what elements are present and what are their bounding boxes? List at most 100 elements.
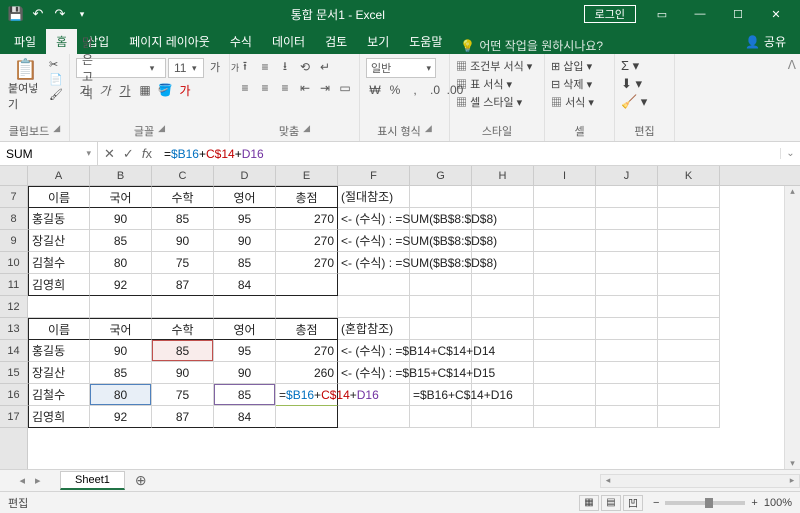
row-header[interactable]: 8: [0, 208, 27, 230]
cell[interactable]: =$B16+C$14+D16: [410, 384, 472, 406]
cell[interactable]: [90, 296, 152, 318]
cell[interactable]: [534, 252, 596, 274]
cell[interactable]: 김영희: [28, 274, 90, 296]
cell[interactable]: 김철수: [28, 252, 90, 274]
number-format-select[interactable]: 일반▾: [366, 58, 436, 78]
wrap-text-icon[interactable]: ↵: [316, 58, 334, 76]
col-header[interactable]: B: [90, 166, 152, 185]
cut-icon[interactable]: ✂: [49, 58, 63, 71]
cell[interactable]: 75: [152, 384, 214, 406]
cell[interactable]: [596, 362, 658, 384]
cell[interactable]: 수학: [152, 186, 214, 208]
share-button[interactable]: 👤 공유: [735, 29, 796, 54]
bold-icon[interactable]: 가: [76, 81, 94, 99]
cell[interactable]: 260: [276, 362, 338, 384]
tab-home[interactable]: 홈: [46, 29, 77, 54]
cell[interactable]: 장길산: [28, 230, 90, 252]
name-box[interactable]: SUM▾: [0, 142, 98, 165]
col-header[interactable]: H: [472, 166, 534, 185]
cell[interactable]: 80: [90, 252, 152, 274]
cell[interactable]: 90: [214, 362, 276, 384]
cell[interactable]: [338, 274, 410, 296]
currency-icon[interactable]: ₩: [366, 81, 384, 99]
cell[interactable]: [596, 296, 658, 318]
tab-formulas[interactable]: 수식: [220, 29, 262, 54]
cell[interactable]: [596, 186, 658, 208]
select-all-button[interactable]: [0, 166, 27, 186]
cell[interactable]: [596, 252, 658, 274]
vertical-scrollbar[interactable]: ▴▾: [784, 186, 800, 469]
row-header[interactable]: 12: [0, 296, 27, 318]
cell[interactable]: <- (수식) : =$B15+C$14+D15: [338, 362, 410, 384]
cell[interactable]: 국어: [90, 318, 152, 340]
number-dialog-icon[interactable]: ◢: [425, 123, 432, 139]
cell-active[interactable]: =$B16+C$14+D16: [276, 384, 338, 406]
font-size-select[interactable]: 11▾: [168, 58, 204, 78]
cell[interactable]: [534, 384, 596, 406]
cell[interactable]: 김철수: [28, 384, 90, 406]
cell[interactable]: [410, 318, 472, 340]
cell[interactable]: 85: [152, 208, 214, 230]
cell[interactable]: [658, 252, 720, 274]
cell[interactable]: [410, 274, 472, 296]
cell[interactable]: 92: [90, 274, 152, 296]
cell[interactable]: 90: [214, 230, 276, 252]
cell[interactable]: [276, 274, 338, 296]
cell[interactable]: 80: [90, 384, 152, 406]
col-header[interactable]: G: [410, 166, 472, 185]
cell[interactable]: [658, 186, 720, 208]
cell[interactable]: 75: [152, 252, 214, 274]
autosum-icon[interactable]: Σ ▾: [621, 58, 639, 74]
cell[interactable]: [658, 362, 720, 384]
page-layout-icon[interactable]: ▤: [601, 495, 621, 511]
ribbon-options-icon[interactable]: ▭: [644, 4, 680, 24]
add-sheet-icon[interactable]: ⊕: [125, 472, 157, 489]
cell-style-button[interactable]: ▦ 셀 스타일 ▾: [456, 94, 522, 110]
cell[interactable]: [596, 340, 658, 362]
cell[interactable]: [472, 318, 534, 340]
fill-color-icon[interactable]: 🪣: [156, 81, 174, 99]
zoom-in-icon[interactable]: +: [751, 497, 757, 509]
col-header[interactable]: D: [214, 166, 276, 185]
cell[interactable]: 총점: [276, 318, 338, 340]
tab-data[interactable]: 데이터: [262, 29, 315, 54]
cell[interactable]: [596, 384, 658, 406]
align-right-icon[interactable]: ≡: [276, 79, 294, 97]
cell[interactable]: 85: [152, 340, 214, 362]
cell[interactable]: [596, 274, 658, 296]
cell[interactable]: 85: [214, 384, 276, 406]
cell[interactable]: [214, 296, 276, 318]
login-button[interactable]: 로그인: [584, 5, 636, 23]
cell[interactable]: 장길산: [28, 362, 90, 384]
delete-cells-button[interactable]: ⊟ 삭제 ▾: [551, 76, 592, 92]
enter-formula-icon[interactable]: ✓: [123, 146, 134, 162]
cell[interactable]: 90: [90, 340, 152, 362]
align-dialog-icon[interactable]: ◢: [303, 123, 310, 139]
col-header[interactable]: I: [534, 166, 596, 185]
cell[interactable]: [534, 340, 596, 362]
sheet-tab[interactable]: Sheet1: [60, 471, 125, 490]
italic-icon[interactable]: 가: [96, 81, 114, 99]
maximize-icon[interactable]: ☐: [720, 4, 756, 24]
fx-icon[interactable]: fx: [142, 146, 152, 161]
cell[interactable]: [596, 318, 658, 340]
row-header[interactable]: 15: [0, 362, 27, 384]
paste-button[interactable]: 📋 붙여넣기: [6, 58, 45, 114]
insert-cells-button[interactable]: ⊞ 삽입 ▾: [551, 58, 592, 74]
cell[interactable]: 수학: [152, 318, 214, 340]
row-header[interactable]: 9: [0, 230, 27, 252]
percent-icon[interactable]: %: [386, 81, 404, 99]
cell[interactable]: [658, 230, 720, 252]
fill-icon[interactable]: ⬇ ▾: [621, 76, 642, 92]
expand-formula-icon[interactable]: ⌄: [780, 148, 800, 159]
table-format-button[interactable]: ▦ 표 서식 ▾: [456, 76, 512, 92]
align-center-icon[interactable]: ≡: [256, 79, 274, 97]
sheet-next-icon[interactable]: ▸: [35, 474, 41, 487]
row-header[interactable]: 11: [0, 274, 27, 296]
zoom-level[interactable]: 100%: [764, 497, 792, 509]
cell[interactable]: 김영희: [28, 406, 90, 428]
clipboard-dialog-icon[interactable]: ◢: [53, 123, 60, 139]
comma-icon[interactable]: ,: [406, 81, 424, 99]
row-header[interactable]: 13: [0, 318, 27, 340]
row-header[interactable]: 10: [0, 252, 27, 274]
